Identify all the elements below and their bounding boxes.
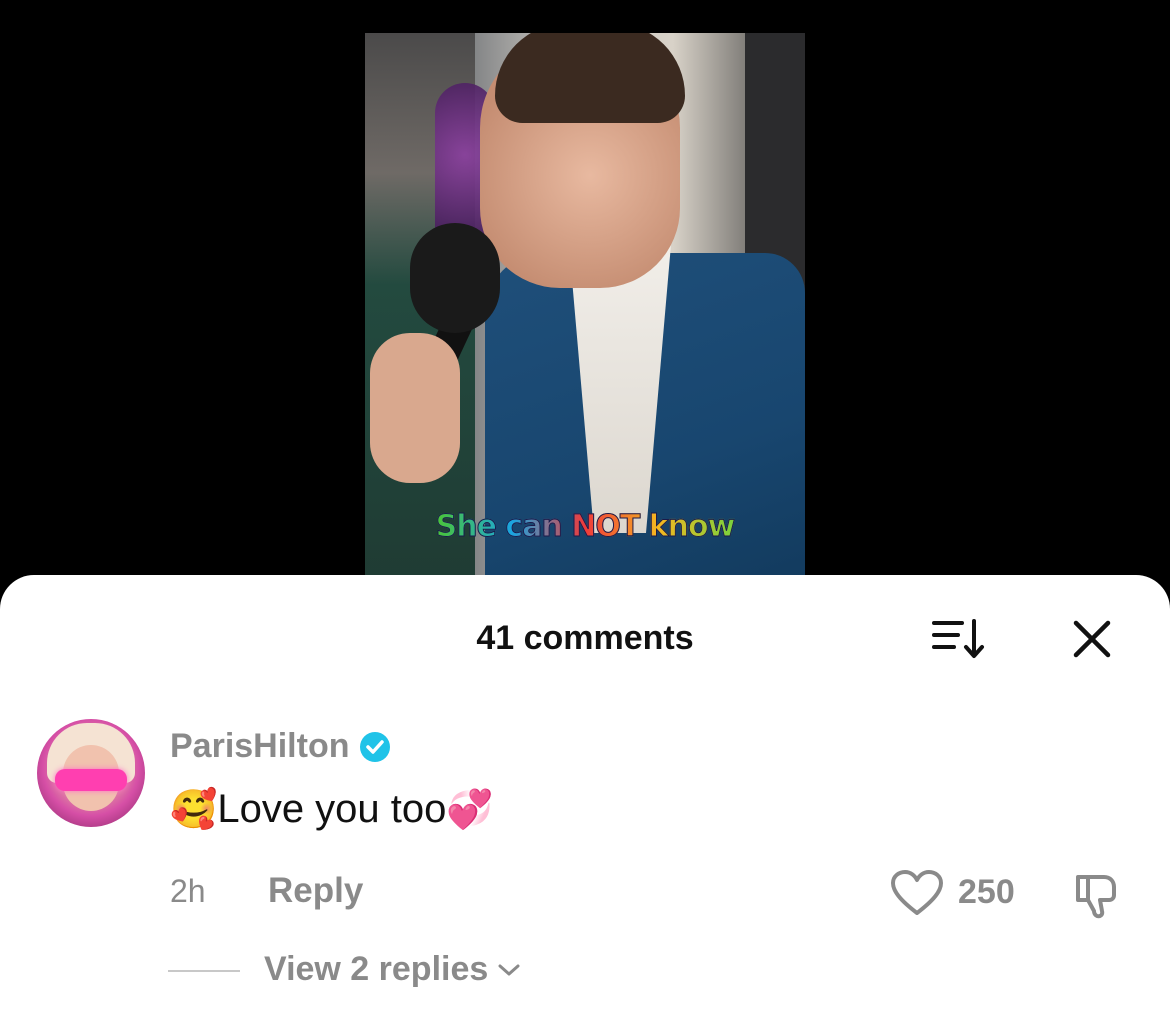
video-hair [495, 33, 685, 123]
view-replies-label[interactable]: View 2 replies [264, 950, 488, 989]
avatar[interactable] [37, 719, 145, 827]
comment-body: 🥰 Love you too 💞 [170, 787, 494, 832]
replies-divider [168, 970, 240, 972]
comment-text: Love you too [217, 787, 447, 831]
thumbs-down-icon[interactable] [1070, 867, 1124, 921]
close-icon[interactable] [1068, 615, 1116, 663]
reply-button[interactable]: Reply [268, 871, 363, 911]
like-count: 250 [958, 873, 1015, 911]
view-replies-button[interactable]: View 2 replies [264, 950, 522, 989]
comments-count-title: 41 comments [476, 619, 694, 657]
video-subtitle: She can NOT know [365, 509, 805, 545]
sort-icon[interactable] [930, 615, 990, 661]
video-player[interactable]: She can NOT know [365, 33, 805, 593]
comment-username[interactable]: ParisHilton [170, 727, 349, 766]
comments-sheet: 41 comments ParisHilton 🥰 Love you too 💞… [0, 575, 1170, 1015]
heart-icon[interactable] [890, 869, 944, 917]
comment-username-row[interactable]: ParisHilton [170, 727, 391, 766]
comment-timestamp: 2h [170, 873, 206, 909]
chevron-down-icon [498, 964, 520, 975]
smiling-hearts-emoji: 🥰 [170, 787, 218, 831]
video-hand [370, 333, 460, 483]
verified-badge-icon [360, 731, 391, 762]
microphone [410, 223, 500, 333]
revolving-hearts-emoji: 💞 [446, 787, 494, 831]
